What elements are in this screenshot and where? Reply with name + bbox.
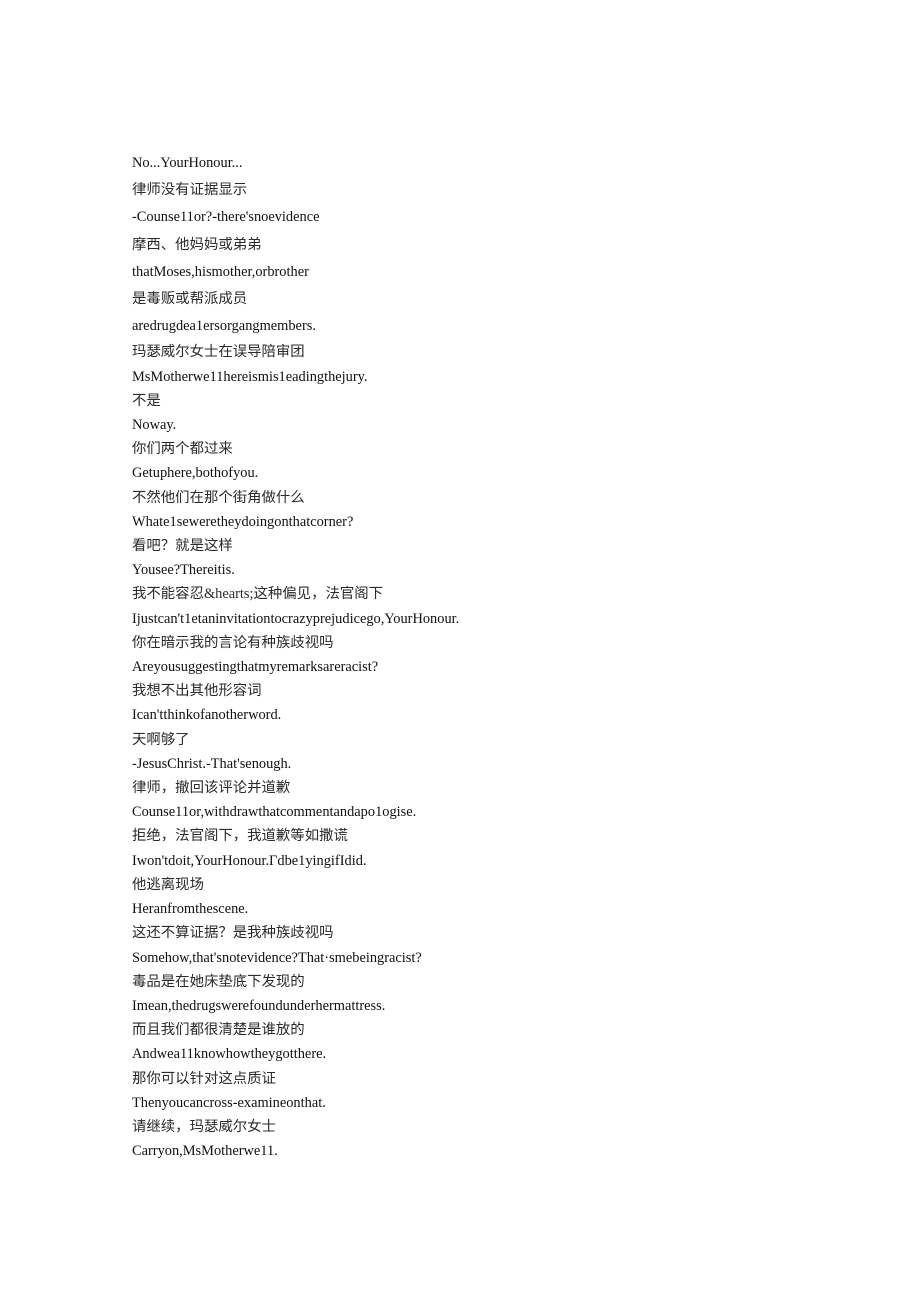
transcript-line-zh: 看吧？就是这样 [132,538,233,555]
transcript-line-en: thatMoses,hismother,orbrother [132,263,309,280]
transcript-line-en: Carryon,MsMotherwe11. [132,1143,278,1160]
transcript-line-zh: 他逃离现场 [132,876,204,893]
transcript-line-en: Thenyoucancross-examineonthat. [132,1094,326,1111]
transcript-line-en: Heranfromthescene. [132,901,249,918]
transcript-line-zh: 我不能容忍&hearts;这种偏见，法官阁下 [132,586,384,603]
document-page: No...YourHonour... 律师没有证据显示 -Counse11or?-t… [0,0,920,1301]
transcript-line-en: -JesusChrist.-That'senough. [132,755,292,772]
transcript-line-zh: 我想不出其他形容词 [132,683,262,700]
transcript-line-zh: 是毒贩或帮派成员 [132,291,248,308]
transcript-line-zh: 不然他们在那个街角做什么 [132,489,305,506]
transcript-body: No...YourHonour... 律师没有证据显示 -Counse11or?-t… [132,150,832,1163]
transcript-line-en: Whate1seweretheydoingonthatcorner? [132,513,354,530]
transcript-line-en: Ican'tthinkofanotherword. [132,707,282,724]
transcript-line-en: Ijustcan't1etaninvitationtocrazyprejudic… [132,610,460,627]
transcript-line-en: -Counse11or?-there'snoevidence [132,209,320,226]
transcript-line-zh: 这还不算证据？是我种族歧视吗 [132,925,334,942]
transcript-line-en: Getuphere,bothofyou. [132,465,259,482]
transcript-line-zh: 不是 [132,392,161,409]
transcript-line-zh: 天啊够了 [132,731,190,748]
transcript-line-zh: 那你可以针对这点质证 [132,1070,276,1087]
transcript-line-en: Andwea11knowhowtheygotthere. [132,1046,327,1063]
transcript-line-en: No...YourHonour... [132,155,243,171]
transcript-line-zh: 玛瑟威尔女士在误导陪审团 [132,344,305,361]
transcript-line-zh: 律师，撤回该评论并道歉 [132,780,291,797]
transcript-line-en: Imean,thedrugswerefoundunderhermattress. [132,997,386,1014]
transcript-line-zh: 律师没有证据显示 [132,182,248,199]
transcript-line-en: Noway. [132,417,177,434]
transcript-line-zh: 你在暗示我的言论有种族歧视吗 [132,634,334,651]
transcript-line-en: Somehow,that'snotevidence?That·smebeingr… [132,949,422,966]
transcript-line-zh: 摩西、他妈妈或弟弟 [132,236,262,253]
transcript-line-zh: 而且我们都很清楚是谁放的 [132,1022,305,1039]
transcript-line-en: MsMotherwe11hereismis1eadingthejury. [132,368,368,385]
transcript-line-zh: 拒绝，法官阁下，我道歉等如撒谎 [132,828,348,845]
transcript-line-en: Iwon'tdoit,YourHonour.Гdbe1yingifIdid. [132,852,367,869]
transcript-line-en: Yousee?Thereitis. [132,562,235,579]
transcript-line-zh: 你们两个都过来 [132,441,233,458]
transcript-line-zh: 毒品是在她床垫底下发现的 [132,973,305,990]
transcript-line-en: Counse11or,withdrawthatcommentandapo1ogi… [132,804,417,821]
transcript-line-en: Areyousuggestingthatmyremarksareracist? [132,659,379,676]
transcript-line-zh: 请继续，玛瑟威尔女士 [132,1118,276,1135]
transcript-line-en: aredrugdea1ersorgangmembers. [132,318,316,335]
